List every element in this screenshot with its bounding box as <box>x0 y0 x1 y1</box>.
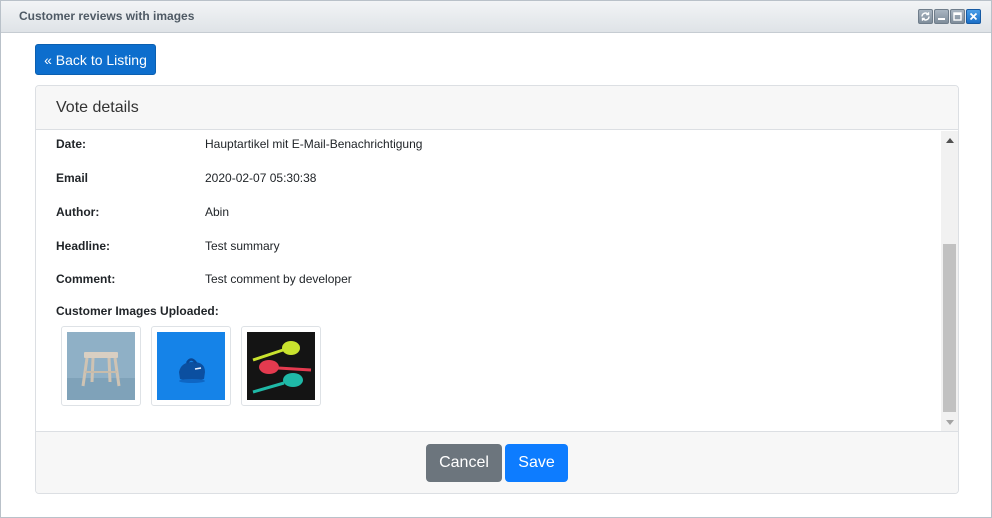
field-value: Test comment by developer <box>205 272 352 286</box>
image-thumbnails <box>61 326 321 406</box>
field-label: Comment: <box>56 272 116 286</box>
field-label: Date: <box>56 137 87 151</box>
field-label: Email <box>56 171 89 185</box>
minimize-icon[interactable] <box>934 9 949 24</box>
image-thumbnail-stool[interactable] <box>61 326 141 406</box>
vertical-scrollbar[interactable] <box>941 131 958 431</box>
window-title: Customer reviews with images <box>19 9 195 23</box>
field-value: Test summary <box>205 239 280 253</box>
image-thumbnail-spoons[interactable] <box>241 326 321 406</box>
field-label: Headline: <box>56 239 111 253</box>
card-footer: Cancel Save <box>36 431 958 493</box>
scrollbar-thumb[interactable] <box>943 244 956 412</box>
scroll-down-arrow-icon[interactable] <box>941 414 958 431</box>
field-label: Author: <box>56 205 100 219</box>
vote-details-card: Vote details Date: Hauptartikel mit E-Ma… <box>35 85 959 494</box>
close-icon[interactable] <box>966 9 981 24</box>
field-value: 2020-02-07 05:30:38 <box>205 171 317 185</box>
image-thumbnail-blue-bag[interactable] <box>151 326 231 406</box>
title-bar: Customer reviews with images <box>1 1 991 33</box>
card-title: Vote details <box>56 99 139 116</box>
refresh-icon[interactable] <box>918 9 933 24</box>
cancel-button[interactable]: Cancel <box>426 444 502 482</box>
field-value: Abin <box>205 205 230 219</box>
dialog-window: Customer reviews with images « Back to L… <box>0 0 992 518</box>
card-header: Vote details <box>36 86 958 130</box>
back-to-listing-button[interactable]: « Back to Listing <box>35 44 156 75</box>
card-body[interactable]: Date: Hauptartikel mit E-Mail-Benachrich… <box>36 131 958 431</box>
save-button[interactable]: Save <box>505 444 568 482</box>
scroll-up-arrow-icon[interactable] <box>941 131 958 148</box>
maximize-icon[interactable] <box>950 9 965 24</box>
field-value: Hauptartikel mit E-Mail-Benachrichtigung <box>205 137 423 151</box>
images-label: Customer Images Uploaded: <box>56 304 219 318</box>
window-controls <box>918 9 981 24</box>
